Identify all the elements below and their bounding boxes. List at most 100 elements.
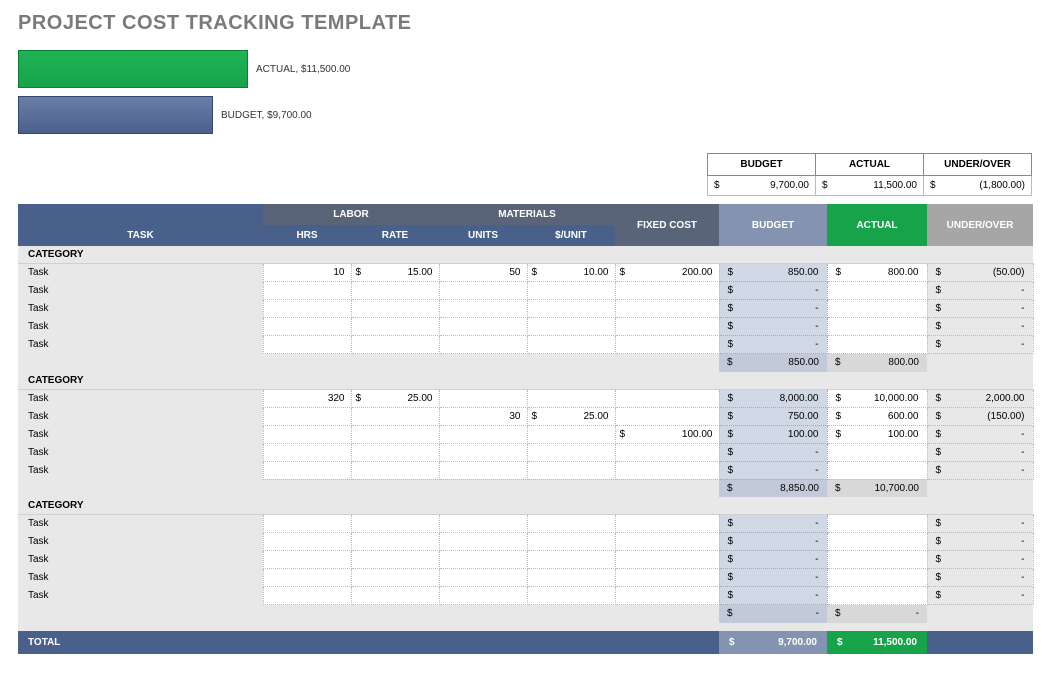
task-name[interactable]: Task — [18, 389, 263, 407]
actual-cell[interactable]: $10,000.00 — [827, 389, 927, 407]
units-input[interactable] — [439, 443, 527, 461]
fixed-input[interactable]: $100.00 — [615, 425, 719, 443]
punit-input[interactable] — [527, 515, 615, 533]
fixed-input[interactable] — [615, 587, 719, 605]
actual-cell[interactable] — [827, 569, 927, 587]
punit-input[interactable] — [527, 389, 615, 407]
actual-cell[interactable] — [827, 300, 927, 318]
units-input[interactable] — [439, 551, 527, 569]
actual-cell[interactable] — [827, 318, 927, 336]
punit-input[interactable] — [527, 425, 615, 443]
rate-input[interactable] — [351, 587, 439, 605]
task-name[interactable]: Task — [18, 461, 263, 479]
punit-input[interactable] — [527, 282, 615, 300]
punit-input[interactable]: $10.00 — [527, 264, 615, 282]
units-input[interactable] — [439, 461, 527, 479]
punit-input[interactable] — [527, 551, 615, 569]
rate-input[interactable] — [351, 515, 439, 533]
actual-cell[interactable] — [827, 443, 927, 461]
units-input[interactable] — [439, 515, 527, 533]
task-name[interactable]: Task — [18, 282, 263, 300]
fixed-input[interactable]: $200.00 — [615, 264, 719, 282]
units-input[interactable] — [439, 389, 527, 407]
actual-cell[interactable] — [827, 336, 927, 354]
punit-input[interactable] — [527, 569, 615, 587]
hrs-input[interactable] — [263, 425, 351, 443]
punit-input[interactable]: $25.00 — [527, 407, 615, 425]
actual-cell[interactable] — [827, 515, 927, 533]
actual-cell[interactable] — [827, 551, 927, 569]
hrs-input[interactable] — [263, 587, 351, 605]
hrs-input[interactable] — [263, 336, 351, 354]
rate-input[interactable] — [351, 407, 439, 425]
units-input[interactable] — [439, 300, 527, 318]
actual-cell[interactable]: $600.00 — [827, 407, 927, 425]
hrs-input[interactable] — [263, 533, 351, 551]
punit-input[interactable] — [527, 587, 615, 605]
units-input[interactable] — [439, 336, 527, 354]
task-name[interactable]: Task — [18, 336, 263, 354]
rate-input[interactable] — [351, 300, 439, 318]
rate-input[interactable] — [351, 533, 439, 551]
fixed-input[interactable] — [615, 443, 719, 461]
rate-input[interactable] — [351, 551, 439, 569]
fixed-input[interactable] — [615, 282, 719, 300]
rate-input[interactable] — [351, 336, 439, 354]
hrs-input[interactable] — [263, 569, 351, 587]
hrs-input[interactable] — [263, 318, 351, 336]
task-name[interactable]: Task — [18, 569, 263, 587]
punit-input[interactable] — [527, 533, 615, 551]
task-name[interactable]: Task — [18, 425, 263, 443]
rate-input[interactable] — [351, 569, 439, 587]
punit-input[interactable] — [527, 443, 615, 461]
fixed-input[interactable] — [615, 336, 719, 354]
fixed-input[interactable] — [615, 407, 719, 425]
fixed-input[interactable] — [615, 389, 719, 407]
task-name[interactable]: Task — [18, 533, 263, 551]
actual-cell[interactable]: $100.00 — [827, 425, 927, 443]
fixed-input[interactable] — [615, 515, 719, 533]
task-name[interactable]: Task — [18, 443, 263, 461]
rate-input[interactable]: $15.00 — [351, 264, 439, 282]
hrs-input[interactable] — [263, 551, 351, 569]
hrs-input[interactable]: 10 — [263, 264, 351, 282]
task-name[interactable]: Task — [18, 587, 263, 605]
fixed-input[interactable] — [615, 300, 719, 318]
units-input[interactable]: 50 — [439, 264, 527, 282]
units-input[interactable] — [439, 569, 527, 587]
task-name[interactable]: Task — [18, 515, 263, 533]
task-name[interactable]: Task — [18, 318, 263, 336]
hrs-input[interactable] — [263, 461, 351, 479]
units-input[interactable] — [439, 587, 527, 605]
fixed-input[interactable] — [615, 569, 719, 587]
units-input[interactable] — [439, 282, 527, 300]
actual-cell[interactable] — [827, 587, 927, 605]
rate-input[interactable]: $25.00 — [351, 389, 439, 407]
units-input[interactable]: 30 — [439, 407, 527, 425]
rate-input[interactable] — [351, 461, 439, 479]
task-name[interactable]: Task — [18, 551, 263, 569]
hrs-input[interactable] — [263, 407, 351, 425]
hrs-input[interactable] — [263, 443, 351, 461]
actual-cell[interactable]: $800.00 — [827, 264, 927, 282]
fixed-input[interactable] — [615, 461, 719, 479]
fixed-input[interactable] — [615, 551, 719, 569]
actual-cell[interactable] — [827, 533, 927, 551]
task-name[interactable]: Task — [18, 264, 263, 282]
hrs-input[interactable] — [263, 515, 351, 533]
actual-cell[interactable] — [827, 461, 927, 479]
hrs-input[interactable] — [263, 282, 351, 300]
rate-input[interactable] — [351, 443, 439, 461]
rate-input[interactable] — [351, 425, 439, 443]
hrs-input[interactable] — [263, 300, 351, 318]
punit-input[interactable] — [527, 461, 615, 479]
task-name[interactable]: Task — [18, 300, 263, 318]
fixed-input[interactable] — [615, 533, 719, 551]
hrs-input[interactable]: 320 — [263, 389, 351, 407]
fixed-input[interactable] — [615, 318, 719, 336]
actual-cell[interactable] — [827, 282, 927, 300]
units-input[interactable] — [439, 318, 527, 336]
punit-input[interactable] — [527, 300, 615, 318]
rate-input[interactable] — [351, 318, 439, 336]
task-name[interactable]: Task — [18, 407, 263, 425]
